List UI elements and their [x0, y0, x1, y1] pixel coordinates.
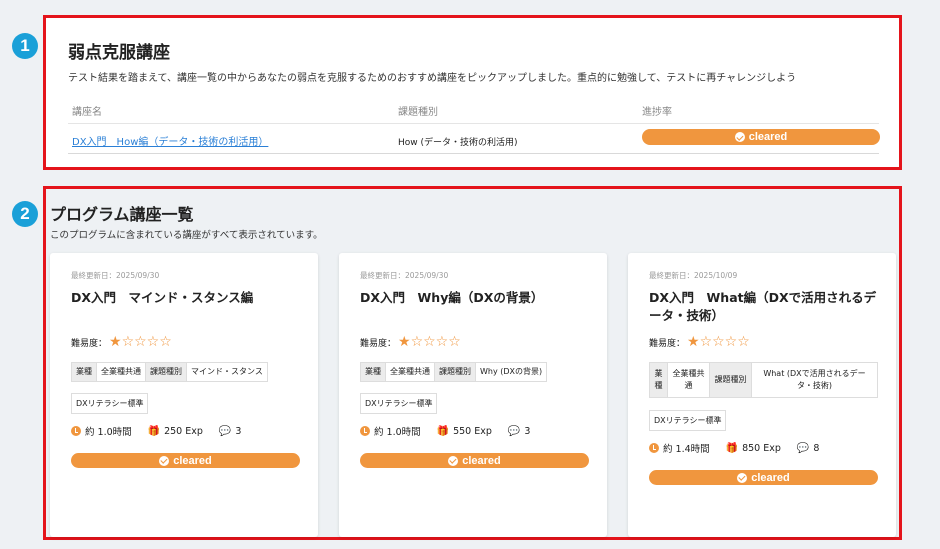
tag-key-industry: 業種: [650, 363, 668, 397]
column-header-type: 課題種別: [398, 107, 438, 118]
check-circle-icon: [737, 472, 748, 483]
tag-key-industry: 業種: [361, 363, 386, 381]
course-card-mind-stance[interactable]: 最終更新日：2025/09/30 DX入門 マインド・スタンス編 難易度： ★☆…: [50, 253, 318, 537]
course-duration: 約 1.0時間: [85, 427, 132, 438]
course-stats: 約 1.0時間 🎁 250 Exp 💬 3: [71, 424, 241, 438]
star-rating-icon: ★☆☆☆☆: [109, 334, 172, 350]
course-exp: 250 Exp: [164, 425, 203, 437]
recommended-course-type: How (データ・技術の利活用): [398, 138, 518, 148]
difficulty-rating: 難易度： ★☆☆☆☆: [360, 335, 461, 349]
difficulty-label: 難易度：: [71, 338, 108, 349]
difficulty-rating: 難易度： ★☆☆☆☆: [71, 335, 172, 349]
difficulty-rating: 難易度： ★☆☆☆☆: [649, 335, 750, 349]
tag-value-type: マインド・スタンス: [191, 367, 263, 376]
course-tags: 業種 全業種共通 課題種別 What (DXで活用されるデータ・技術): [649, 362, 878, 398]
check-circle-icon: [734, 132, 745, 142]
last-updated-date: 最終更新日：2025/09/30: [71, 271, 160, 280]
difficulty-label: 難易度：: [360, 338, 397, 349]
status-label: cleared: [748, 131, 788, 143]
tag-value-industry: 全業種共通: [97, 363, 146, 381]
course-status-badge: cleared: [649, 470, 878, 485]
course-tags: 業種 全業種共通 課題種別 Why (DXの背景): [360, 362, 548, 382]
course-status-badge: cleared: [360, 453, 589, 468]
weak-section-description: テスト結果を踏まえて、講座一覧の中からあなたの弱点を克服するためのおすすめ講座を…: [68, 73, 797, 84]
tag-key-industry: 業種: [72, 363, 97, 381]
gift-icon: 🎁: [147, 425, 161, 437]
check-circle-icon: [159, 455, 170, 466]
comments-icon: 💬: [507, 425, 521, 437]
tag-key-type: 課題種別: [146, 363, 187, 381]
status-label: cleared: [462, 454, 501, 467]
check-circle-icon: [448, 455, 459, 466]
status-label: cleared: [173, 454, 212, 467]
comments-icon: 💬: [796, 442, 810, 454]
course-exp: 850 Exp: [742, 442, 781, 454]
recommended-course-link[interactable]: DX入門 How編（データ・技術の利活用）: [72, 133, 268, 148]
comment-count: 8: [813, 442, 820, 454]
weak-section-title: 弱点克服講座: [68, 43, 170, 63]
comment-count: 3: [524, 425, 531, 437]
column-header-course: 講座名: [72, 107, 102, 118]
standard-badge: DXリテラシー標準: [360, 393, 438, 414]
comment-count: 3: [235, 425, 242, 437]
tag-key-type: 課題種別: [435, 363, 476, 381]
clock-icon: [360, 426, 370, 436]
course-tags: 業種 全業種共通 課題種別 マインド・スタンス: [71, 362, 268, 382]
course-title[interactable]: DX入門 Why編（DXの背景）: [360, 289, 592, 307]
status-label: cleared: [751, 471, 790, 484]
course-duration: 約 1.4時間: [663, 444, 710, 455]
weak-point-section: 弱点克服講座 テスト結果を踏まえて、講座一覧の中からあなたの弱点を克服するための…: [43, 15, 902, 170]
course-stats: 約 1.0時間 🎁 550 Exp 💬 3: [360, 424, 530, 438]
standard-badge: DXリテラシー標準: [71, 393, 149, 414]
course-title[interactable]: DX入門 マインド・スタンス編: [71, 289, 303, 307]
standard-badge: DXリテラシー標準: [649, 410, 727, 431]
difficulty-label: 難易度：: [649, 338, 686, 349]
step-marker-1: 1: [12, 33, 38, 59]
column-header-progress: 進捗率: [642, 107, 672, 118]
course-card-why[interactable]: 最終更新日：2025/09/30 DX入門 Why編（DXの背景） 難易度： ★…: [339, 253, 607, 537]
clock-icon: [71, 426, 81, 436]
program-course-section: プログラム講座一覧 このプログラムに含まれている講座がすべて表示されています。 …: [43, 186, 902, 540]
last-updated-date: 最終更新日：2025/10/09: [649, 271, 738, 280]
gift-icon: 🎁: [436, 425, 450, 437]
course-stats: 約 1.4時間 🎁 850 Exp 💬 8: [649, 441, 819, 455]
last-updated-date: 最終更新日：2025/09/30: [360, 271, 449, 280]
star-rating-icon: ★☆☆☆☆: [398, 334, 461, 350]
course-card-what[interactable]: 最終更新日：2025/10/09 DX入門 What編（DXで活用されるデータ・…: [628, 253, 896, 537]
tag-value-industry: 全業種共通: [386, 363, 435, 381]
comments-icon: 💬: [218, 425, 232, 437]
tag-value-type: What (DXで活用されるデータ・技術): [763, 369, 866, 390]
course-duration: 約 1.0時間: [374, 427, 421, 438]
course-status-badge: cleared: [71, 453, 300, 468]
tag-value-type: Why (DXの背景): [480, 367, 543, 376]
table-divider: [68, 153, 879, 154]
tag-key-type: 課題種別: [710, 363, 752, 397]
step-marker-2: 2: [12, 201, 38, 227]
course-title[interactable]: DX入門 What編（DXで活用されるデータ・技術）: [649, 289, 881, 325]
program-section-title: プログラム講座一覧: [50, 205, 194, 224]
tag-value-industry: 全業種共通: [668, 363, 710, 397]
clock-icon: [649, 443, 659, 453]
table-divider: [68, 123, 879, 124]
course-exp: 550 Exp: [453, 425, 492, 437]
program-section-description: このプログラムに含まれている講座がすべて表示されています。: [50, 230, 323, 241]
star-rating-icon: ★☆☆☆☆: [687, 334, 750, 350]
gift-icon: 🎁: [725, 442, 739, 454]
progress-status-badge: cleared: [642, 129, 880, 145]
